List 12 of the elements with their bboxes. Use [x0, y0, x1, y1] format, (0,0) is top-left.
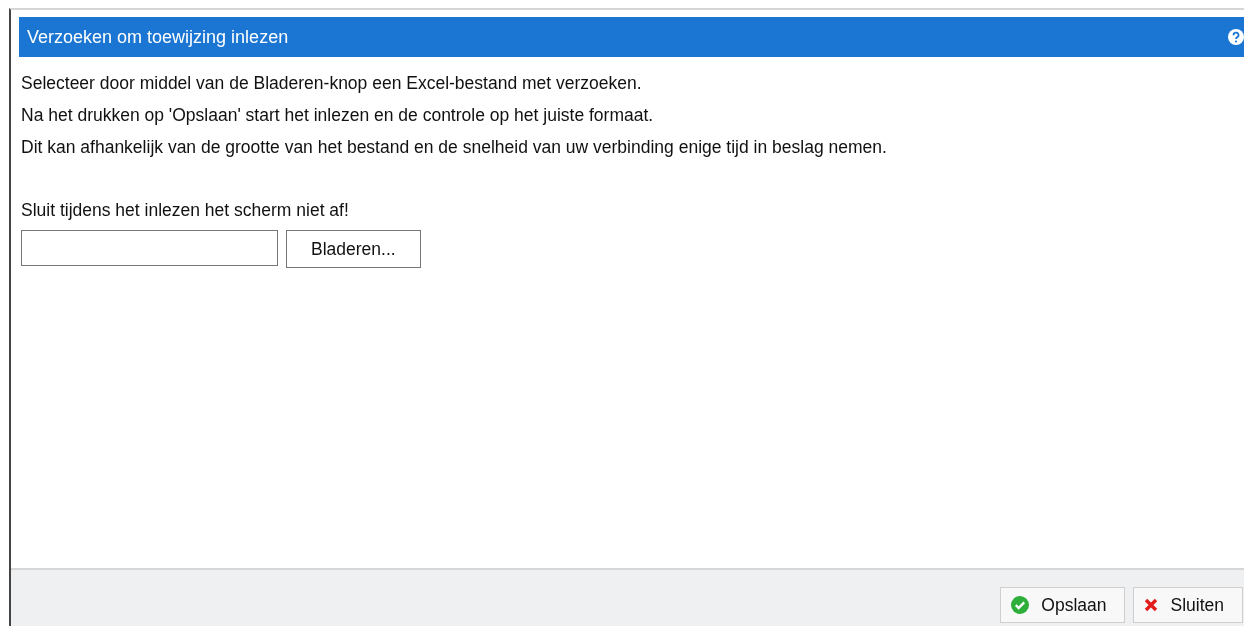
save-button[interactable]: Opslaan: [1000, 587, 1126, 623]
instruction-text: Selecteer door middel van de Bladeren-knop een Excel-bestand met verzoeken.: [21, 72, 643, 95]
help-icon[interactable]: [1228, 29, 1244, 45]
browse-button[interactable]: Bladeren...: [286, 230, 421, 268]
warning-text: Sluit tijdens het inlezen het scherm niet af!: [21, 199, 350, 222]
checkmark-icon: [1011, 596, 1030, 614]
close-button[interactable]: Sluiten: [1133, 587, 1243, 623]
file-field[interactable]: [21, 230, 278, 266]
close-icon: [1144, 598, 1159, 612]
instruction-text: Na het drukken op 'Opslaan' start het inlezen en de controle op het juiste formaat.: [21, 104, 655, 127]
dialog-title: Verzoeken om toewijzing inlezen: [27, 26, 289, 48]
instruction-text: Dit kan afhankelijk van de grootte van het bestand en de snelheid van uw verbinding enige tijd in beslag nemen.: [21, 136, 888, 159]
